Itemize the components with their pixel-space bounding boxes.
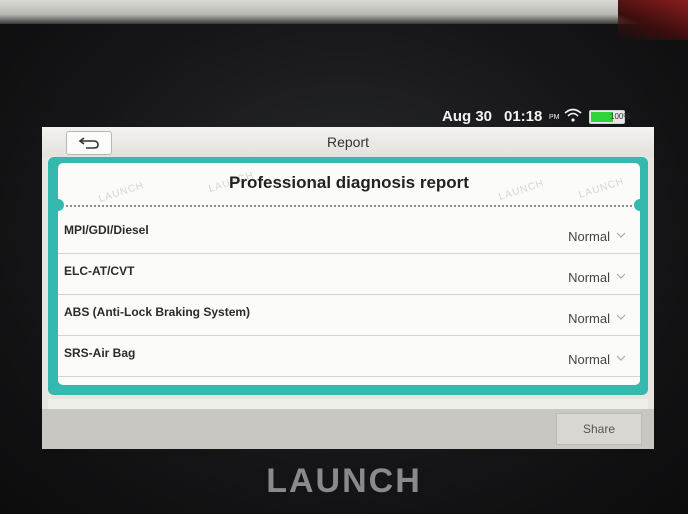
system-status: Normal — [568, 311, 610, 326]
red-corner-accent — [618, 0, 688, 40]
launch-logo: LAUNCH — [266, 462, 422, 500]
battery-icon: 100% — [589, 110, 630, 124]
system-status: Normal — [568, 229, 610, 244]
ticket-notch-left — [58, 199, 64, 211]
top-edge — [0, 0, 688, 24]
status-bar: Aug 30 01:18 PM 100% — [52, 100, 652, 128]
page-title: Report — [326, 134, 370, 150]
app-screen: Report LAUNCH LAUNCH LAUNCH LAUNCH Profe… — [42, 127, 654, 449]
report-panel: LAUNCH LAUNCH LAUNCH LAUNCH Professional… — [48, 157, 648, 395]
bottom-bar: Share — [42, 409, 654, 449]
dotted-divider — [66, 205, 632, 207]
chevron-down-icon — [616, 314, 626, 320]
status-time: 01:18 — [504, 108, 543, 125]
report-heading: Professional diagnosis report — [229, 173, 469, 192]
share-button[interactable]: Share — [556, 413, 642, 445]
report-card: LAUNCH LAUNCH LAUNCH LAUNCH Professional… — [58, 163, 640, 385]
wifi-icon — [564, 108, 582, 122]
system-name: SRS-Air Bag — [64, 346, 136, 360]
back-button[interactable] — [66, 131, 112, 155]
ticket-notch-right — [634, 199, 640, 211]
title-bar: Report — [42, 127, 654, 157]
next-card-edge — [48, 399, 648, 409]
status-date: Aug 30 — [442, 108, 493, 125]
chevron-down-icon — [616, 273, 626, 279]
system-name: ELC-AT/CVT — [64, 264, 135, 278]
back-arrow-icon — [78, 137, 99, 149]
chevron-down-icon — [616, 232, 626, 238]
system-row[interactable]: MPI/GDI/Diesel Normal — [58, 213, 640, 254]
system-row[interactable]: ELC-AT/CVT Normal — [58, 254, 640, 295]
battery-level: 100% — [610, 112, 631, 121]
system-name: MPI/GDI/Diesel — [64, 223, 149, 237]
system-status: Normal — [568, 270, 610, 285]
system-name: ABS (Anti-Lock Braking System) — [64, 305, 251, 319]
system-row[interactable]: SRS-Air Bag Normal — [58, 336, 640, 377]
system-row[interactable]: ABS (Anti-Lock Braking System) Normal — [58, 295, 640, 336]
chevron-down-icon — [616, 355, 626, 361]
status-ampm: PM — [549, 114, 560, 121]
system-status: Normal — [568, 352, 610, 367]
